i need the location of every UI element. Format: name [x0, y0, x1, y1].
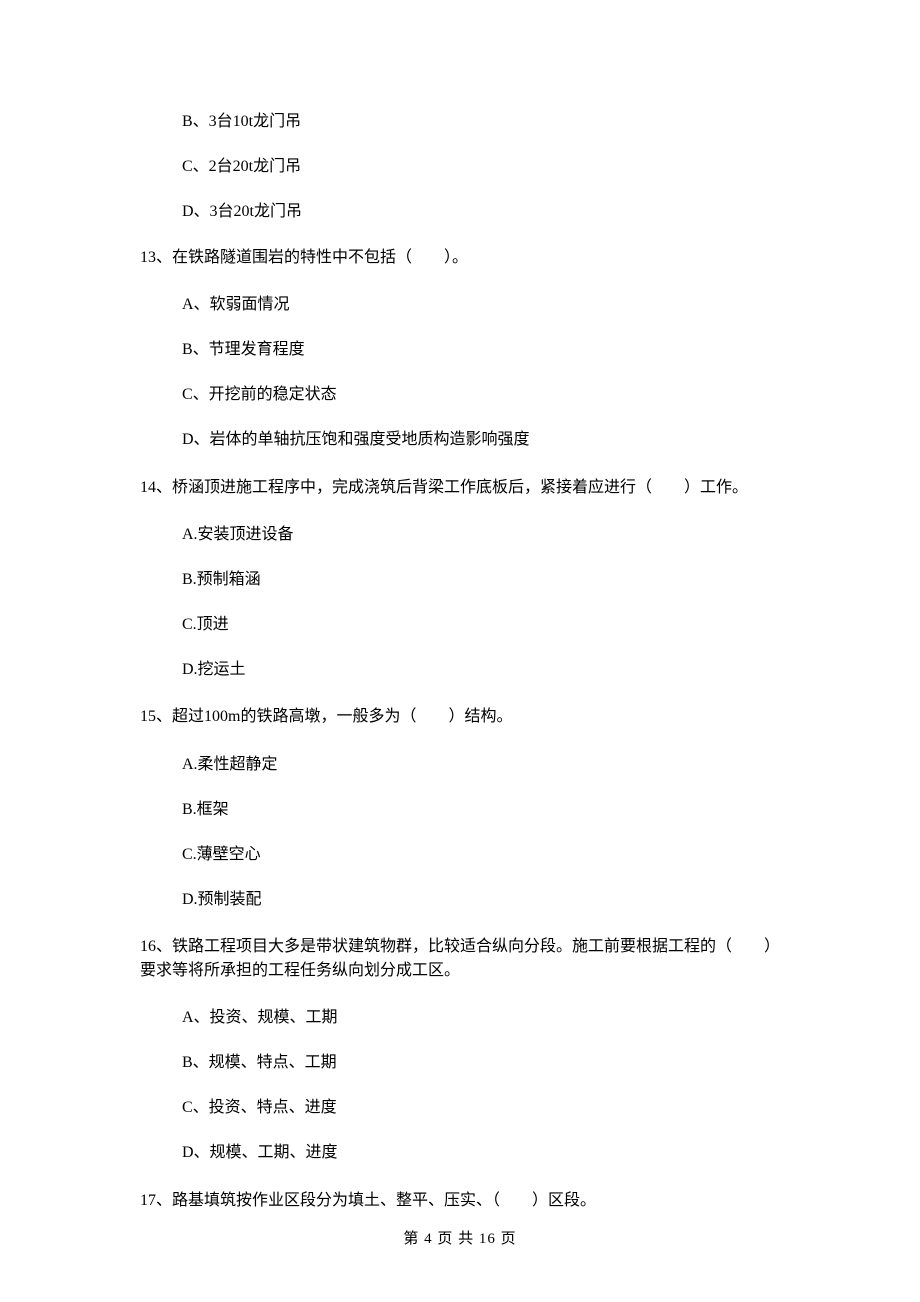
q13-option-c: C、开挖前的稳定状态: [182, 383, 780, 406]
q14-option-d: D.挖运土: [182, 658, 780, 681]
q15-option-a: A.柔性超静定: [182, 753, 780, 776]
question-13: 13、在铁路隧道围岩的特性中不包括（ ）。 A、软弱面情况 B、节理发育程度 C…: [140, 246, 780, 452]
q16-option-d: D、规模、工期、进度: [182, 1141, 780, 1164]
q12-option-b: B、3台10t龙门吊: [182, 110, 780, 133]
page-footer: 第 4 页 共 16 页: [0, 1227, 920, 1248]
q13-option-b: B、节理发育程度: [182, 338, 780, 361]
q16-option-b: B、规模、特点、工期: [182, 1051, 780, 1074]
q12-option-c: C、2台20t龙门吊: [182, 155, 780, 178]
question-17: 17、路基填筑按作业区段分为填土、整平、压实、（ ）区段。: [140, 1189, 780, 1212]
page-content: B、3台10t龙门吊 C、2台20t龙门吊 D、3台20t龙门吊 13、在铁路隧…: [0, 0, 920, 1296]
q16-text: 16、铁路工程项目大多是带状建筑物群，比较适合纵向分段。施工前要根据工程的（ ）…: [140, 935, 780, 981]
question-16: 16、铁路工程项目大多是带状建筑物群，比较适合纵向分段。施工前要根据工程的（ ）…: [140, 935, 780, 1164]
q13-option-a: A、软弱面情况: [182, 293, 780, 316]
q14-option-c: C.顶进: [182, 613, 780, 636]
q17-text: 17、路基填筑按作业区段分为填土、整平、压实、（ ）区段。: [140, 1189, 780, 1212]
q13-option-d: D、岩体的单轴抗压饱和强度受地质构造影响强度: [182, 428, 780, 451]
q14-option-b: B.预制箱涵: [182, 568, 780, 591]
q14-text: 14、桥涵顶进施工程序中，完成浇筑后背梁工作底板后，紧接着应进行（ ）工作。: [140, 476, 780, 499]
question-15: 15、超过100m的铁路高墩，一般多为（ ）结构。 A.柔性超静定 B.框架 C…: [140, 705, 780, 911]
q12-option-d: D、3台20t龙门吊: [182, 200, 780, 223]
q16-option-c: C、投资、特点、进度: [182, 1096, 780, 1119]
q13-text: 13、在铁路隧道围岩的特性中不包括（ ）。: [140, 246, 780, 269]
q15-option-d: D.预制装配: [182, 888, 780, 911]
q14-option-a: A.安装顶进设备: [182, 523, 780, 546]
q15-text: 15、超过100m的铁路高墩，一般多为（ ）结构。: [140, 705, 780, 728]
q15-option-c: C.薄壁空心: [182, 843, 780, 866]
question-14: 14、桥涵顶进施工程序中，完成浇筑后背梁工作底板后，紧接着应进行（ ）工作。 A…: [140, 476, 780, 682]
q16-option-a: A、投资、规模、工期: [182, 1006, 780, 1029]
q15-option-b: B.框架: [182, 798, 780, 821]
